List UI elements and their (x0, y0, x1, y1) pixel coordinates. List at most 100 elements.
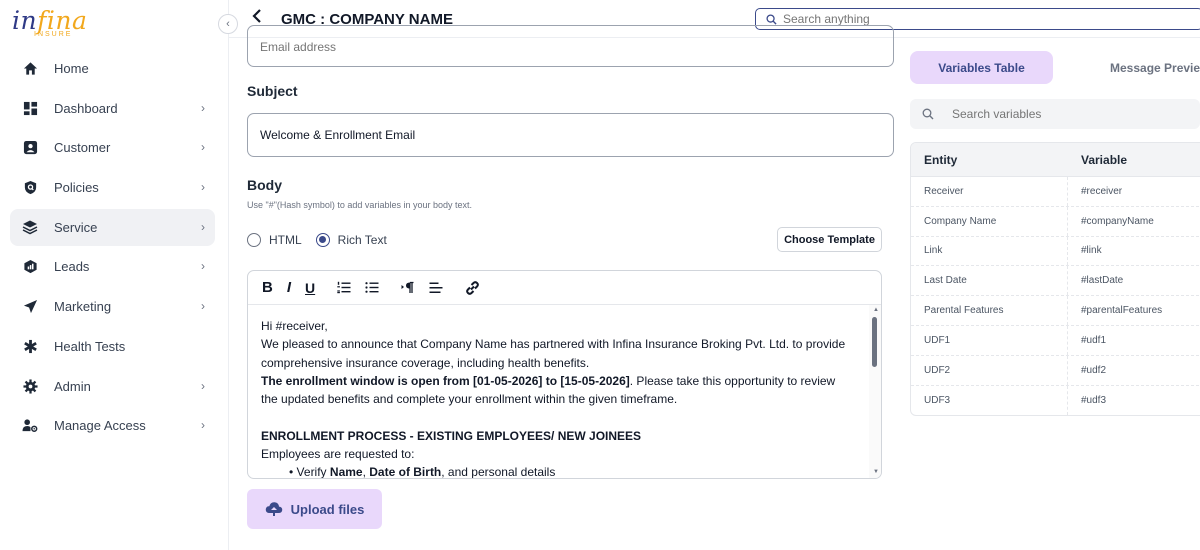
ordered-list-button[interactable] (337, 281, 351, 294)
bullet-list-icon (365, 282, 379, 293)
sidebar-item-service[interactable]: Service › (10, 208, 215, 246)
search-icon (922, 108, 934, 120)
entity-cell: Link (911, 236, 1068, 266)
bullet-text: Verify (296, 465, 330, 479)
variables-search-input[interactable] (952, 107, 1172, 121)
editor-paragraph: The enrollment window is open from [01-0… (261, 372, 855, 409)
scroll-down-icon[interactable]: ▼ (873, 469, 879, 475)
sidebar-item-marketing[interactable]: Marketing › (10, 288, 215, 325)
subject-label: Subject (247, 83, 298, 99)
sidebar-item-health-tests[interactable]: Health Tests (10, 328, 215, 365)
gear-icon (22, 378, 38, 394)
subject-field[interactable] (247, 113, 894, 157)
variables-search[interactable] (910, 99, 1200, 129)
variables-panel: Variables Table Message Preview Entity V… (910, 39, 1200, 550)
table-row[interactable]: Company Name #companyName (911, 206, 1200, 237)
chevron-right-icon: › (201, 259, 205, 274)
sidebar-item-policies[interactable]: Policies › (10, 169, 215, 206)
table-row[interactable]: Parental Features #parentalFeatures (911, 296, 1200, 326)
table-header-row: Entity Variable (911, 143, 1200, 177)
editor-bullet-item: • Verify Name, Date of Birth, and person… (289, 465, 556, 479)
editor-toolbar: B I U (248, 271, 881, 305)
sidebar-item-label: Marketing (54, 299, 112, 315)
bullet-text: , and personal details (441, 465, 556, 479)
enrollment-window-text: The enrollment window is open from [01-0… (261, 373, 630, 388)
table-row[interactable]: Link #link (911, 236, 1200, 267)
bullet-list-button[interactable] (365, 281, 379, 294)
tab-message-preview[interactable]: Message Preview (1110, 51, 1200, 84)
variable-cell: #udf3 (1081, 394, 1107, 406)
rich-text-editor[interactable]: B I U Hi #receiver, We pleased to announ… (247, 270, 882, 479)
rich-text-radio-label: Rich Text (337, 233, 387, 247)
sidebar-item-leads[interactable]: Leads › (10, 248, 215, 285)
sidebar-item-customer[interactable]: Customer › (10, 129, 215, 166)
table-row[interactable]: Last Date #lastDate (911, 266, 1200, 297)
align-left-button[interactable] (429, 282, 443, 294)
variable-cell: #udf1 (1081, 334, 1107, 346)
format-radio-group: HTML Rich Text (247, 233, 387, 247)
upload-files-button[interactable]: Upload files (247, 489, 382, 529)
policies-icon (22, 180, 38, 196)
sidebar-item-home[interactable]: Home (10, 50, 215, 87)
editor-content[interactable]: Hi #receiver, We pleased to announce tha… (248, 305, 881, 479)
sidebar-item-label: Leads (54, 259, 90, 275)
subject-input[interactable] (260, 128, 893, 142)
leads-icon (22, 259, 38, 275)
entity-cell: UDF2 (911, 355, 1068, 385)
bullet-bold-text: Date of Birth (369, 465, 442, 479)
paragraph-direction-button[interactable] (401, 281, 415, 294)
variable-cell: #lastDate (1081, 275, 1124, 287)
editor-scrollbar-thumb[interactable] (872, 317, 877, 367)
table-row[interactable]: UDF2 #udf2 (911, 355, 1200, 386)
section-heading-text: ENROLLMENT PROCESS - EXISTING EMPLOYEES/… (261, 428, 642, 443)
chevron-right-icon: › (201, 100, 205, 115)
sidebar-collapse-button[interactable]: ‹ (218, 14, 238, 34)
editor-paragraph: We pleased to announce that Company Name… (261, 337, 846, 370)
chevron-right-icon: › (201, 140, 205, 155)
search-input[interactable] (783, 12, 1163, 26)
upload-files-label: Upload files (290, 501, 365, 517)
table-row[interactable]: UDF3 #udf3 (911, 385, 1200, 416)
cloud-upload-icon (265, 502, 282, 516)
dashboard-icon (22, 100, 38, 116)
column-header-variable: Variable (1081, 152, 1128, 167)
sidebar-item-label: Policies (54, 180, 99, 196)
table-row[interactable]: Receiver #receiver (911, 177, 1200, 207)
tab-variables-table[interactable]: Variables Table (910, 51, 1053, 84)
italic-button[interactable]: I (287, 279, 291, 296)
sidebar-item-manage-access[interactable]: Manage Access › (10, 407, 215, 444)
email-input[interactable] (260, 40, 881, 54)
html-radio[interactable] (247, 233, 261, 247)
link-button[interactable] (465, 280, 480, 295)
sidebar: infina INSURE Home Dashboard › Customer … (0, 0, 229, 550)
choose-template-button[interactable]: Choose Template (777, 227, 882, 252)
align-left-icon (429, 282, 443, 293)
sidebar-item-label: Home (54, 61, 89, 76)
bold-button[interactable]: B (262, 279, 273, 296)
chevron-right-icon: › (201, 180, 205, 195)
entity-cell: Receiver (911, 177, 1068, 206)
sidebar-nav: Home Dashboard › Customer › Policies › S… (10, 50, 215, 447)
scroll-up-icon[interactable]: ▲ (873, 307, 879, 313)
sidebar-item-label: Customer (54, 140, 111, 156)
underline-button[interactable]: U (305, 280, 315, 296)
variable-cell: #udf2 (1081, 364, 1107, 376)
user-gear-icon (22, 418, 38, 434)
variable-cell: #link (1081, 245, 1102, 257)
paragraph-icon (401, 281, 414, 293)
variables-table: Entity Variable Receiver #receiver Compan… (910, 142, 1200, 417)
email-address-field[interactable] (247, 25, 894, 67)
entity-cell: UDF1 (911, 325, 1068, 355)
sidebar-item-dashboard[interactable]: Dashboard › (10, 90, 215, 127)
variable-cell: #receiver (1081, 185, 1123, 197)
sidebar-item-admin[interactable]: Admin › (10, 368, 215, 405)
logo-subtext: INSURE (34, 31, 73, 38)
infina-logo[interactable]: infina INSURE (12, 6, 87, 38)
chevron-right-icon: › (201, 219, 205, 234)
entity-cell: UDF3 (911, 385, 1068, 416)
layers-icon (22, 219, 38, 235)
table-row[interactable]: UDF1 #udf1 (911, 325, 1200, 356)
rich-text-radio[interactable] (315, 233, 330, 247)
sidebar-item-label: Admin (54, 378, 91, 394)
home-icon (22, 61, 38, 77)
